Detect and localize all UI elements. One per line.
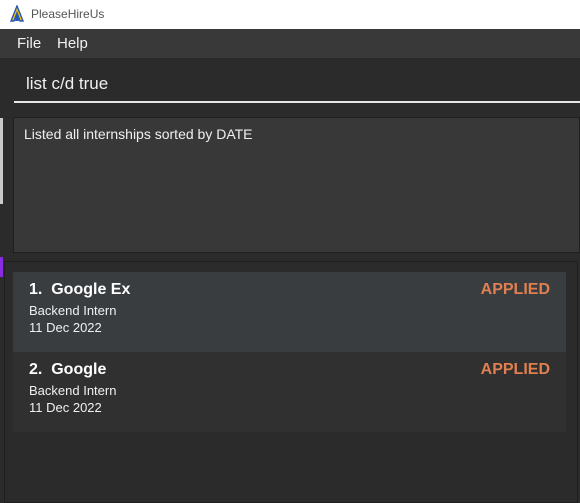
command-box <box>0 59 580 105</box>
status-badge: APPLIED <box>480 281 550 298</box>
internship-company: Google Ex <box>51 281 131 298</box>
internship-title: 2. Google <box>29 361 106 379</box>
status-badge: APPLIED <box>480 361 550 378</box>
window-edge-accent <box>0 257 3 277</box>
internship-role: Backend Intern <box>29 383 117 398</box>
internship-role: Backend Intern <box>29 303 117 318</box>
result-message: Listed all internships sorted by DATE <box>24 126 253 142</box>
internship-index: 1. <box>29 281 43 298</box>
internship-card[interactable]: 1. Google Ex Backend Intern 11 Dec 2022 … <box>13 272 566 352</box>
window-title: PleaseHireUs <box>31 7 105 21</box>
menu-bar: File Help <box>0 29 580 59</box>
title-bar: PleaseHireUs <box>0 0 580 29</box>
menu-file[interactable]: File <box>17 35 41 52</box>
internship-index: 2. <box>29 361 43 378</box>
window-edge <box>0 118 3 204</box>
menu-help[interactable]: Help <box>57 35 88 52</box>
internship-date: 11 Dec 2022 <box>29 400 102 415</box>
app-logo-icon <box>9 5 25 22</box>
internship-title: 1. Google Ex <box>29 281 130 299</box>
result-display: Listed all internships sorted by DATE <box>13 117 580 253</box>
internship-company: Google <box>51 361 107 378</box>
internship-date: 11 Dec 2022 <box>29 320 102 335</box>
internship-card[interactable]: 2. Google Backend Intern 11 Dec 2022 APP… <box>13 352 566 432</box>
command-input[interactable] <box>14 67 580 103</box>
